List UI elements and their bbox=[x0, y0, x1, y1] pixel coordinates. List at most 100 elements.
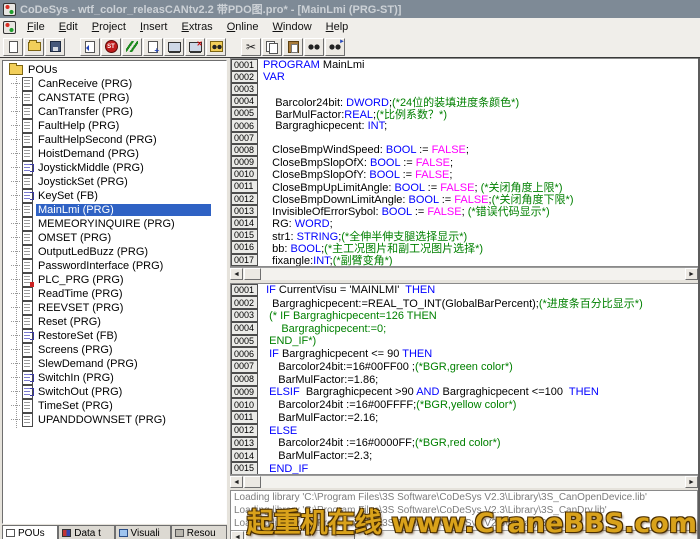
editor-window-button[interactable] bbox=[80, 38, 100, 56]
tree-item-canstate[interactable]: CANSTATE (PRG) bbox=[3, 91, 226, 105]
tree-item-plc_prg[interactable]: PLC_PRG (PRG) bbox=[3, 273, 226, 287]
menu-online[interactable]: Online bbox=[220, 20, 266, 34]
tree-item-cantransfer[interactable]: CanTransfer (PRG) bbox=[3, 105, 226, 119]
code-line: 0015 END_IF bbox=[231, 463, 698, 476]
menu-insert[interactable]: Insert bbox=[133, 20, 175, 34]
tree-item-screens[interactable]: Screens (PRG) bbox=[3, 343, 226, 357]
code-text[interactable]: CloseBmpWindSpeed: BOOL := FALSE; bbox=[258, 144, 469, 156]
code-text[interactable]: BarMulFactor:=1.86; bbox=[258, 374, 378, 386]
tree-item-passwordinterface[interactable]: PasswordInterface (PRG) bbox=[3, 259, 226, 273]
tree-item-switchin[interactable]: SwitchIn (PRG) bbox=[3, 371, 226, 385]
logout-button[interactable] bbox=[185, 38, 205, 56]
tree-item-reevset[interactable]: REEVSET (PRG) bbox=[3, 301, 226, 315]
tree-item-label: CanReceive (PRG) bbox=[36, 78, 134, 90]
line-number: 0014 bbox=[231, 217, 258, 229]
copy-button[interactable] bbox=[262, 38, 282, 56]
declaration-editor[interactable]: 0001PROGRAM MainLmi0002VAR00030004 Barco… bbox=[230, 58, 698, 267]
tree-item-outputledbuzz[interactable]: OutputLedBuzz (PRG) bbox=[3, 245, 226, 259]
find-button[interactable] bbox=[304, 38, 324, 56]
code-text[interactable]: ELSIF Bargraghicpecent >90 AND Bargraghi… bbox=[258, 386, 599, 398]
visualization-button[interactable] bbox=[122, 38, 142, 56]
new-file-button[interactable] bbox=[3, 38, 23, 56]
code-text[interactable]: PROGRAM MainLmi bbox=[258, 59, 364, 71]
implementation-hscrollbar[interactable] bbox=[230, 475, 698, 488]
code-text[interactable]: Bargraghicpecent:=REAL_TO_INT(GlobalBarP… bbox=[258, 295, 643, 311]
code-text[interactable]: Barcolor24bit:=16#00FF00 ;(*BGR,green co… bbox=[258, 361, 513, 373]
menu-bar: FileEditProjectInsertExtrasOnlineWindowH… bbox=[0, 18, 700, 36]
code-text[interactable]: IF Bargraghicpecent <= 90 THEN bbox=[258, 348, 432, 360]
scroll-left-icon[interactable] bbox=[230, 268, 243, 280]
tree-item-canreceive[interactable]: CanReceive (PRG) bbox=[3, 77, 226, 91]
code-text[interactable]: BarMulFactor:=2.3; bbox=[258, 450, 372, 462]
tree-item-reset[interactable]: Reset (PRG) bbox=[3, 315, 226, 329]
prg-icon bbox=[22, 357, 33, 371]
line-number: 0009 bbox=[231, 156, 258, 168]
tree-item-mainlmi[interactable]: MainLmi (PRG) bbox=[3, 203, 226, 217]
open-file-icon bbox=[28, 42, 41, 51]
scroll-left-icon[interactable] bbox=[230, 476, 243, 488]
tree-item-label: SlewDemand (PRG) bbox=[36, 358, 140, 370]
line-number: 0003 bbox=[231, 309, 258, 322]
search-project-button[interactable] bbox=[206, 38, 226, 56]
code-text[interactable]: CloseBmpSlopOfX: BOOL := FALSE; bbox=[258, 157, 453, 169]
tree-item-upanddownset[interactable]: UPANDDOWNSET (PRG) bbox=[3, 413, 226, 427]
code-text[interactable]: END_IF*) bbox=[258, 335, 316, 347]
tab-data-t[interactable]: Data t bbox=[58, 525, 114, 539]
tree-item-label: JoystickMiddle (PRG) bbox=[36, 162, 146, 174]
login-button[interactable] bbox=[164, 38, 184, 56]
scroll-thumb[interactable] bbox=[244, 268, 261, 280]
tree-item-switchout[interactable]: SwitchOut (PRG) bbox=[3, 385, 226, 399]
scroll-track[interactable] bbox=[261, 476, 685, 488]
scroll-right-icon[interactable] bbox=[685, 268, 698, 280]
menu-help[interactable]: Help bbox=[319, 20, 356, 34]
tree-item-timeset[interactable]: TimeSet (PRG) bbox=[3, 399, 226, 413]
tree-item-slewdemand[interactable]: SlewDemand (PRG) bbox=[3, 357, 226, 371]
menu-file[interactable]: File bbox=[20, 20, 52, 34]
st-editor-button[interactable]: ST bbox=[101, 38, 121, 56]
tab-visuali[interactable]: Visuali bbox=[115, 525, 171, 539]
menu-project[interactable]: Project bbox=[85, 20, 133, 34]
menu-extras[interactable]: Extras bbox=[175, 20, 220, 34]
tree-item-joystickset[interactable]: JoystickSet (PRG) bbox=[3, 175, 226, 189]
open-file-button[interactable] bbox=[24, 38, 44, 56]
tree-item-faulthelp[interactable]: FaultHelp (PRG) bbox=[3, 119, 226, 133]
menu-window[interactable]: Window bbox=[266, 20, 319, 34]
scroll-right-icon[interactable] bbox=[685, 476, 698, 488]
menu-edit[interactable]: Edit bbox=[52, 20, 85, 34]
paste-button[interactable] bbox=[283, 38, 303, 56]
tab-pous[interactable]: POUs bbox=[2, 525, 58, 539]
code-text[interactable]: fixangle:INT;(*副臂变角*) bbox=[258, 252, 393, 267]
tree-item-readtime[interactable]: ReadTime (PRG) bbox=[3, 287, 226, 301]
code-text[interactable]: END_IF bbox=[258, 463, 308, 475]
tree-item-hoistdemand[interactable]: HoistDemand (PRG) bbox=[3, 147, 226, 161]
implementation-editor[interactable]: 0001 IF CurrentVisu = 'MAINLMI' THEN0002… bbox=[230, 283, 698, 475]
code-text[interactable]: BarMulFactor:=2.16; bbox=[258, 412, 378, 424]
login-icon bbox=[168, 42, 181, 52]
tree-item-omset[interactable]: OMSET (PRG) bbox=[3, 231, 226, 245]
code-text[interactable]: VAR bbox=[258, 71, 285, 83]
code-text[interactable]: Bargraghicpecent:=0; bbox=[258, 323, 386, 335]
scroll-left-icon[interactable] bbox=[231, 531, 244, 539]
cut-button[interactable] bbox=[241, 38, 261, 56]
code-text[interactable]: Barcolor24bit :=16#00FFFF;(*BGR,yellow c… bbox=[258, 399, 516, 411]
code-text[interactable]: ELSE bbox=[258, 425, 297, 437]
tree-item-joystickmiddle[interactable]: JoystickMiddle (PRG) bbox=[3, 161, 226, 175]
tree-root-pous[interactable]: POUs bbox=[3, 63, 226, 77]
code-text[interactable]: Bargraghicpecent: INT; bbox=[258, 120, 387, 132]
add-object-button[interactable] bbox=[143, 38, 163, 56]
tree-item-memeoryinquire[interactable]: MEMEORYINQUIRE (PRG) bbox=[3, 217, 226, 231]
code-line: 0001PROGRAM MainLmi bbox=[231, 59, 698, 71]
scroll-thumb[interactable] bbox=[244, 476, 261, 488]
code-text[interactable]: Barcolor24bit :=16#0000FF;(*BGR,red colo… bbox=[258, 437, 501, 449]
res-tab-icon bbox=[175, 529, 184, 537]
tree-item-faulthelpsecond[interactable]: FaultHelpSecond (PRG) bbox=[3, 133, 226, 147]
save-button[interactable] bbox=[45, 38, 65, 56]
line-number: 0012 bbox=[231, 193, 258, 205]
tree-item-keyset[interactable]: KeySet (FB) bbox=[3, 189, 226, 203]
code-text[interactable]: (* IF Bargraghicpecent=126 THEN bbox=[258, 310, 437, 322]
tab-resou[interactable]: Resou bbox=[171, 525, 227, 539]
tree-item-restoreset[interactable]: RestoreSet (FB) bbox=[3, 329, 226, 343]
declaration-hscrollbar[interactable] bbox=[230, 267, 698, 280]
scroll-track[interactable] bbox=[261, 268, 685, 280]
find-next-button[interactable] bbox=[325, 38, 345, 56]
